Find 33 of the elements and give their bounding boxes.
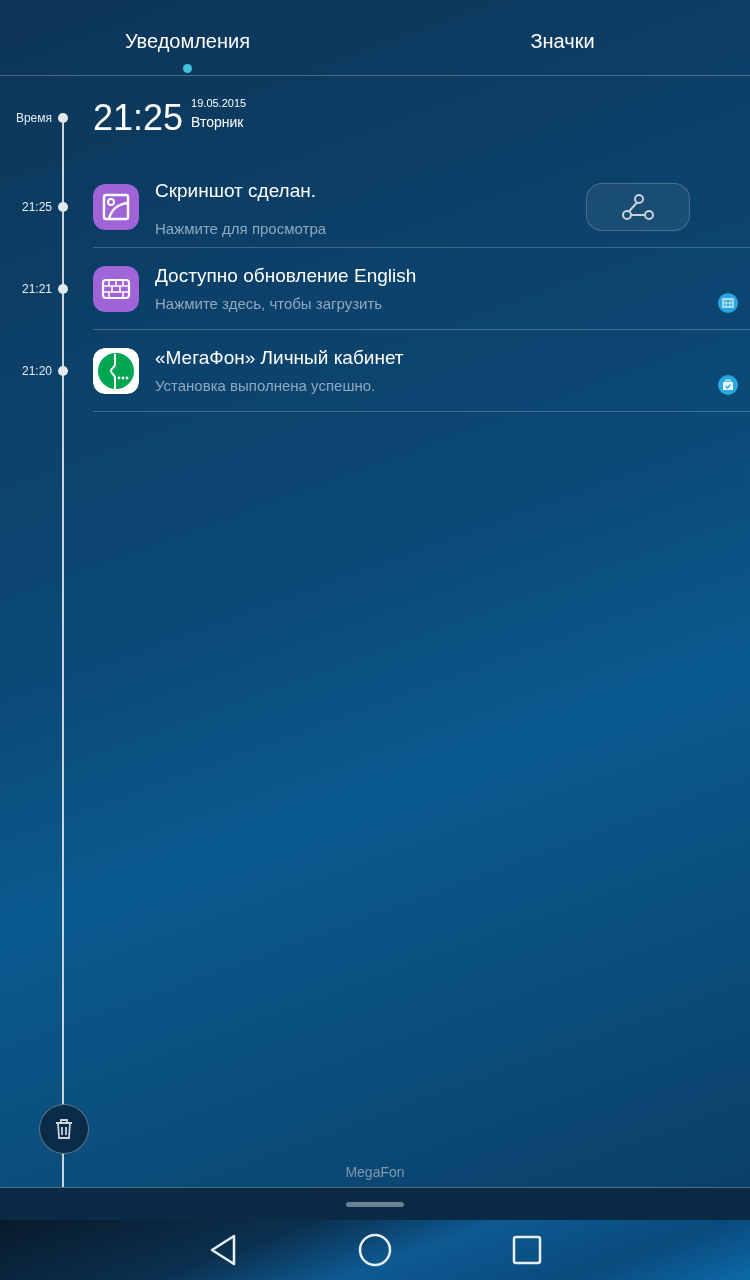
carrier-name: MegaFon: [344, 1163, 406, 1182]
date-text: 19.05.2015: [191, 96, 247, 112]
keyboard-icon: [718, 293, 738, 313]
drag-handle[interactable]: [346, 1201, 404, 1207]
notification-title: Скриншот сделан.: [155, 179, 318, 203]
trash-icon: [54, 1118, 74, 1140]
tab[interactable]: Значки: [375, 0, 750, 75]
timeline-dot: [58, 366, 68, 376]
megafon-app-icon: [93, 347, 139, 394]
notification-text: Установка выполнена успешно.: [155, 376, 377, 396]
notification-time: 21:21: [20, 281, 52, 298]
timeline-dot: [58, 202, 68, 212]
timeline-dot: [58, 284, 68, 294]
timeline-dot: [58, 113, 68, 123]
image-app-icon: [93, 183, 139, 230]
keyboard-app-icon: [93, 265, 139, 312]
share-icon: [621, 192, 655, 221]
back-button[interactable]: [208, 1233, 238, 1267]
share-button[interactable]: [586, 182, 690, 231]
notification-time: 21:25: [20, 199, 52, 216]
notification-text: Нажмите здесь, чтобы загрузить: [155, 294, 384, 314]
home-button[interactable]: [358, 1233, 392, 1267]
notification-title: «МегаФон» Личный кабинет: [155, 345, 405, 370]
delete-button[interactable]: [39, 1104, 89, 1154]
tab[interactable]: Уведомления: [0, 0, 375, 75]
timeline-label: Время: [14, 110, 52, 127]
briefcase-check-icon: [718, 375, 738, 395]
notification-title: Доступно обновление English: [155, 263, 418, 288]
notification-text: Нажмите для просмотра: [155, 218, 328, 239]
weekday-text: Вторник: [191, 112, 245, 132]
clock-time: 21:25: [93, 96, 184, 140]
notification-time: 21:20: [20, 363, 52, 380]
recent-apps-button[interactable]: [512, 1235, 542, 1265]
